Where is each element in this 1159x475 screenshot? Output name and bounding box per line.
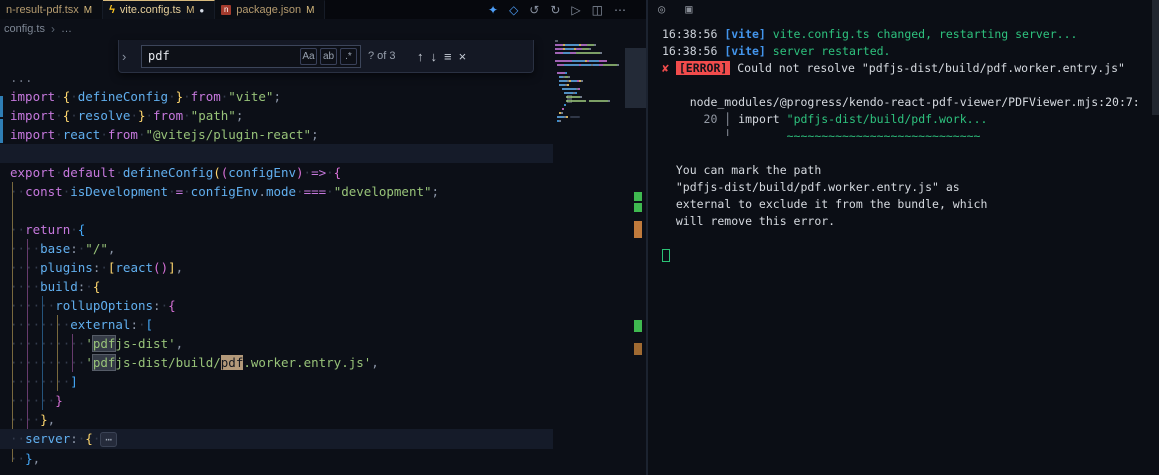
code-line[interactable] xyxy=(0,144,553,163)
code-line[interactable]: import·{·resolve·}·from·"path"; xyxy=(0,106,553,125)
code-line[interactable]: ····}, xyxy=(0,410,553,429)
code-line[interactable]: ··}, xyxy=(0,449,553,468)
tab-vite-config[interactable]: ϟ vite.config.ts M ● xyxy=(103,0,216,19)
terminal-line: external to exclude it from the bundle, … xyxy=(662,197,988,211)
find-in-selection-button[interactable]: ≡ xyxy=(444,50,452,63)
modified-badge: M xyxy=(306,4,315,16)
terminal-output: 16:38:56 [vite] vite.config.ts changed, … xyxy=(662,26,1151,265)
code-line[interactable]: ··return·{ xyxy=(0,220,553,239)
vite-icon: ϟ xyxy=(109,4,115,16)
terminal-line: "pdfjs-dist/build/pdf.worker.entry.js" a… xyxy=(662,180,960,194)
terminal-scrollbar[interactable] xyxy=(1152,0,1159,475)
terminal-line: ╵ ~~~~~~~~~~~~~~~~~~~~~~~~~~~~ xyxy=(662,129,981,143)
search-query: pdf xyxy=(148,49,170,63)
code-editor[interactable]: ... import·{·defineConfig·}·from·"vite"; i… xyxy=(0,38,553,475)
tab-n-result-pdf[interactable]: n-result-pdf.tsx M xyxy=(0,0,104,19)
overview-mark-added xyxy=(634,192,642,201)
code-line[interactable]: ··········'pdfjs-dist', xyxy=(0,334,553,353)
terminal-line: node_modules/@progress/kendo-react-pdf-v… xyxy=(662,95,1140,109)
chevron-right-icon: › xyxy=(50,21,55,36)
run-icon[interactable]: ▷ xyxy=(571,4,580,16)
find-widget: › pdf Aa ab .* ? of 3 ↑ ↓ ≡ × xyxy=(118,40,534,73)
terminal-toolbar: ◎ ▣ xyxy=(658,2,692,16)
code-line[interactable]: ····base:·"/", xyxy=(0,239,553,258)
unsaved-dot-icon: ● xyxy=(199,5,205,15)
breadcrumb-item[interactable]: config.ts xyxy=(4,23,45,35)
split-editor-icon[interactable]: ◫ xyxy=(592,4,603,16)
tab-bar: n-result-pdf.tsx M ϟ vite.config.ts M ● … xyxy=(0,0,646,19)
code-line[interactable]: ··········'pdfjs-dist/build/pdf.worker.e… xyxy=(0,353,553,372)
terminal-cursor xyxy=(662,249,670,262)
overview-mark-added xyxy=(634,203,642,212)
modified-badge: M xyxy=(83,4,93,16)
code-line[interactable]: ········] xyxy=(0,372,553,391)
terminal-line: 20 │ import "pdfjs-dist/build/pdf.work..… xyxy=(662,112,988,126)
terminal-line: ✘ [ERROR] Could not resolve "pdfjs-dist/… xyxy=(662,61,1125,75)
terminal-panel-icon[interactable]: ▣ xyxy=(685,2,692,16)
redo-icon[interactable]: ↻ xyxy=(550,4,560,16)
tab-package-json[interactable]: n package.json M xyxy=(215,0,326,19)
terminal-line: 16:38:56 [vite] server restarted. xyxy=(662,44,891,58)
format-icon[interactable]: ✦ xyxy=(488,4,498,16)
next-match-button[interactable]: ↓ xyxy=(431,50,438,63)
scrollbar-thumb[interactable] xyxy=(625,48,646,108)
code-line[interactable] xyxy=(0,201,553,220)
code-line[interactable]: ····build:·{ xyxy=(0,277,553,296)
match-count: ? of 3 xyxy=(368,50,396,62)
modified-badge: M xyxy=(186,4,195,16)
code-line[interactable]: ········external:·[ xyxy=(0,315,553,334)
tab-label: vite.config.ts xyxy=(119,4,182,16)
tab-label: n-result-pdf.tsx xyxy=(6,4,79,16)
close-find-button[interactable]: × xyxy=(459,50,467,63)
code-line[interactable]: ······} xyxy=(0,391,553,410)
code-line[interactable]: ····plugins:·[react()], xyxy=(0,258,553,277)
code-line[interactable]: ··server:·{· ⋯ xyxy=(0,429,553,449)
more-actions-icon[interactable]: ⋯ xyxy=(614,4,626,16)
code-line[interactable]: ······rollupOptions:·{ xyxy=(0,296,553,315)
editor-actions: ✦ ◇ ↺ ↻ ▷ ◫ ⋯ xyxy=(325,0,646,19)
match-case-button[interactable]: Aa xyxy=(300,47,317,65)
editor-scrollbar[interactable] xyxy=(625,38,646,475)
terminal-line xyxy=(662,247,1151,265)
undo-icon[interactable]: ↺ xyxy=(529,4,539,16)
tab-label: package.json xyxy=(236,4,302,16)
overview-mark-search xyxy=(634,343,642,355)
terminal-line: will remove this error. xyxy=(662,214,836,228)
toggle-replace-chevron-icon[interactable]: › xyxy=(122,49,134,64)
terminal-line: You can mark the path xyxy=(662,163,822,177)
terminal-pane: ◎ ▣ 16:38:56 [vite] vite.config.ts change… xyxy=(650,0,1159,475)
whole-word-button[interactable]: ab xyxy=(320,47,337,65)
breadcrumb-more[interactable]: … xyxy=(61,23,72,35)
terminal-line: 16:38:56 [vite] vite.config.ts changed, … xyxy=(662,27,1078,41)
overview-mark-modified xyxy=(634,221,642,238)
search-input[interactable]: pdf Aa ab .* xyxy=(141,44,361,68)
regex-button[interactable]: .* xyxy=(340,47,357,65)
terminal-status-icon[interactable]: ◎ xyxy=(658,2,665,16)
beaker-icon[interactable]: ◇ xyxy=(509,4,518,16)
code-line[interactable]: ··const·isDevelopment·=·configEnv.mode·=… xyxy=(0,182,553,201)
terminal-scrollbar-thumb[interactable] xyxy=(1152,0,1159,115)
npm-icon: n xyxy=(221,5,232,15)
editor-pane: n-result-pdf.tsx M ϟ vite.config.ts M ● … xyxy=(0,0,648,475)
breadcrumb[interactable]: config.ts › … xyxy=(0,19,646,38)
minimap[interactable] xyxy=(555,40,625,124)
code-line[interactable]: import·{·defineConfig·}·from·"vite"; xyxy=(0,87,553,106)
overview-mark-added xyxy=(634,320,642,332)
code-line[interactable]: import·react·from·"@vitejs/plugin-react"… xyxy=(0,125,553,144)
previous-match-button[interactable]: ↑ xyxy=(417,50,424,63)
vscode-window: n-result-pdf.tsx M ϟ vite.config.ts M ● … xyxy=(0,0,1159,475)
code-line[interactable]: export·default·defineConfig((configEnv)·… xyxy=(0,163,553,182)
